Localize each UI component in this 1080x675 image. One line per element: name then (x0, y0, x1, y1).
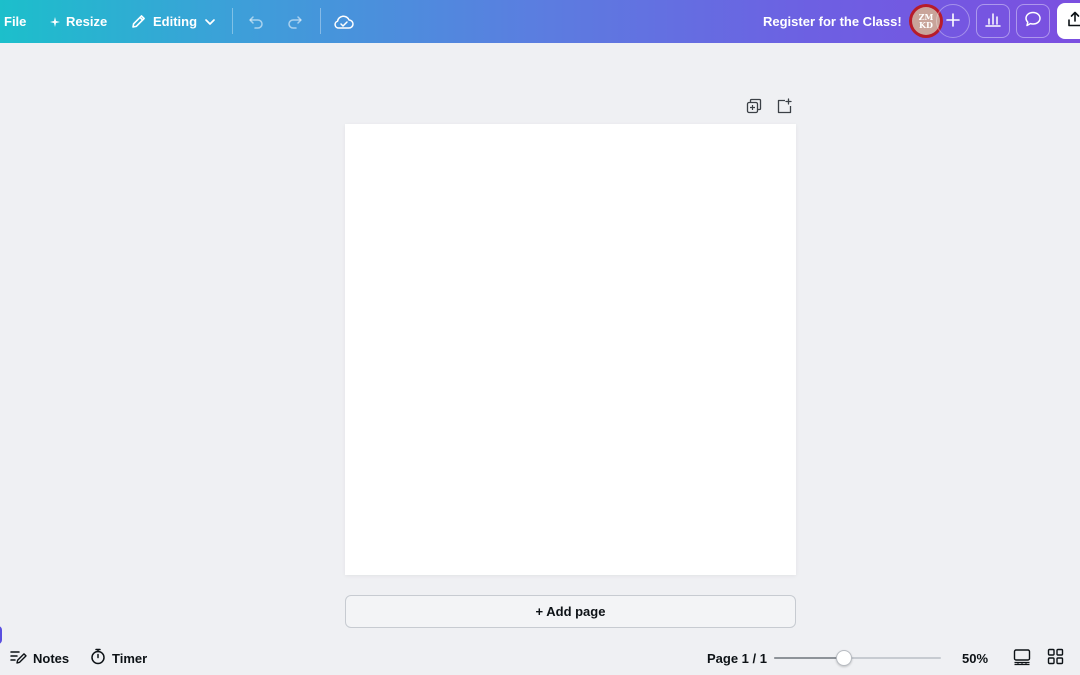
page-view-button[interactable] (1013, 640, 1031, 675)
zoom-slider[interactable] (774, 657, 941, 659)
bar-chart-icon (984, 10, 1002, 33)
add-page-icon-button[interactable] (775, 97, 793, 119)
grid-view-icon (1047, 648, 1064, 668)
file-menu-button[interactable]: File (4, 0, 26, 43)
design-page-canvas[interactable] (345, 124, 796, 575)
undo-button[interactable] (247, 0, 265, 43)
page-view-icon (1013, 648, 1031, 669)
editing-mode-dropdown[interactable]: Editing (130, 0, 217, 43)
cloud-check-icon (333, 13, 355, 31)
chevron-down-icon (203, 15, 217, 29)
resize-button[interactable]: Resize (50, 0, 107, 43)
invite-collaborator-button[interactable] (936, 4, 970, 38)
notes-button[interactable]: Notes (10, 640, 69, 675)
duplicate-page-icon (746, 98, 762, 119)
file-menu-label: File (4, 14, 27, 29)
undo-icon (247, 13, 265, 31)
notes-icon (10, 649, 27, 668)
save-status-button[interactable] (333, 0, 355, 43)
upload-icon (1066, 10, 1080, 33)
resize-label: Resize (66, 14, 108, 29)
insights-button[interactable] (976, 4, 1010, 38)
toolbar-divider (232, 8, 233, 34)
stopwatch-icon (90, 648, 106, 668)
sparkle-icon (50, 16, 60, 27)
timer-label: Timer (112, 650, 148, 666)
add-page-button[interactable]: + Add page (345, 595, 796, 628)
design-title-text: Register for the Class! (763, 14, 902, 29)
redo-button[interactable] (286, 0, 304, 43)
share-button[interactable] (1057, 3, 1080, 39)
page-indicator: Page 1 / 1 (707, 650, 767, 666)
page-indicator-button[interactable]: Page 1 / 1 (707, 640, 767, 675)
duplicate-page-button[interactable] (745, 98, 763, 119)
page-tools (745, 97, 793, 119)
comments-button[interactable] (1016, 4, 1050, 38)
zoom-slider-thumb[interactable] (836, 650, 853, 666)
notes-label: Notes (33, 650, 70, 666)
grid-view-button[interactable] (1047, 640, 1064, 675)
zoom-level-label: 50% (962, 650, 989, 666)
comment-icon (1024, 10, 1042, 33)
design-title[interactable]: Register for the Class! (763, 0, 902, 43)
pencil-icon (130, 13, 147, 30)
bottom-toolbar: Notes Timer Page 1 / 1 50% (0, 640, 1080, 675)
toolbar-divider (320, 8, 321, 34)
redo-icon (286, 13, 304, 31)
plus-icon (946, 10, 960, 33)
zoom-slider-fill (774, 657, 845, 659)
editing-mode-label: Editing (153, 14, 198, 29)
add-page-icon (776, 97, 792, 119)
add-page-label: + Add page (535, 604, 606, 619)
top-toolbar: File Resize Editing Register for the Cla… (0, 0, 1080, 43)
timer-button[interactable]: Timer (90, 640, 147, 675)
zoom-level-button[interactable]: 50% (962, 640, 988, 675)
